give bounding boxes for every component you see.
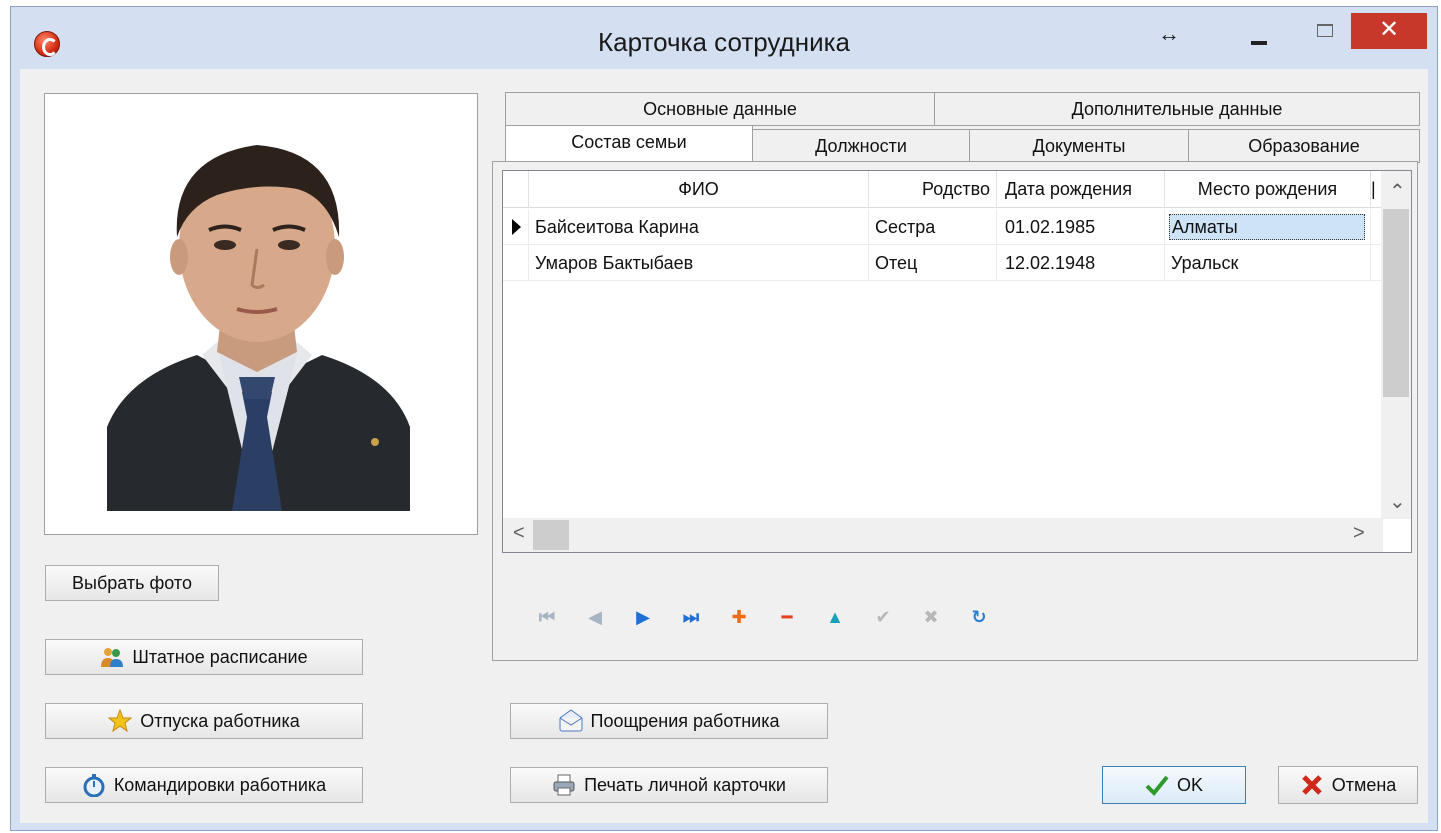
- maximize-icon[interactable]: [1317, 24, 1333, 37]
- stopwatch-icon: [82, 773, 106, 798]
- scroll-down-icon[interactable]: ⌄: [1389, 489, 1406, 514]
- row-indicator: [503, 245, 529, 281]
- edit-record-icon[interactable]: ▲: [811, 607, 859, 628]
- cell-relation[interactable]: Отец: [869, 245, 997, 281]
- row-indicator: [503, 209, 529, 245]
- horizontal-scroll-thumb[interactable]: [533, 520, 569, 550]
- scroll-left-icon[interactable]: <: [513, 522, 525, 545]
- delete-record-icon[interactable]: ━: [763, 607, 811, 628]
- family-grid[interactable]: ФИО Родство Дата рождения Место рождения…: [502, 170, 1412, 553]
- cell-birth-date[interactable]: 01.02.1985: [997, 209, 1165, 245]
- rewards-button[interactable]: Поощрения работника: [510, 703, 828, 739]
- column-header-relation[interactable]: Родство: [869, 171, 997, 208]
- vacations-label: Отпуска работника: [140, 710, 300, 731]
- column-header-birth-place[interactable]: Место рождения: [1165, 171, 1371, 208]
- cancel-button[interactable]: Отмена: [1278, 766, 1418, 804]
- vacations-button[interactable]: Отпуска работника: [45, 703, 363, 739]
- business-trips-button[interactable]: Командировки работника: [45, 767, 363, 803]
- insert-record-icon[interactable]: ✚: [715, 607, 763, 628]
- window-title: Карточка сотрудника: [597, 27, 851, 57]
- first-record-icon[interactable]: ⏮: [523, 607, 571, 628]
- cell-birth-place[interactable]: Уральск: [1165, 245, 1371, 281]
- vertical-scroll-thumb[interactable]: [1383, 209, 1409, 397]
- column-header-birth-date[interactable]: Дата рождения: [997, 171, 1165, 208]
- scroll-right-icon[interactable]: >: [1353, 522, 1365, 545]
- tab-education[interactable]: Образование: [1188, 129, 1420, 163]
- business-trips-label: Командировки работника: [113, 774, 327, 795]
- employee-card-window: Карточка сотрудника ↔ ✕ Выбрать фото Шта…: [10, 6, 1438, 831]
- cell-birth-date[interactable]: 12.02.1948: [997, 245, 1165, 281]
- users-icon: [100, 645, 124, 669]
- envelope-icon: [559, 709, 583, 733]
- tab-family[interactable]: Состав семьи: [505, 125, 753, 163]
- star-icon: [107, 708, 133, 733]
- close-icon[interactable]: ✕: [1351, 13, 1427, 49]
- cell-relation[interactable]: Сестра: [869, 209, 997, 245]
- photo-frame: [44, 93, 478, 535]
- table-row[interactable]: Умаров Бактыбаев Отец 12.02.1948 Уральск: [503, 245, 1383, 281]
- post-record-icon[interactable]: ✔: [859, 607, 907, 628]
- tab-basic-data[interactable]: Основные данные: [505, 92, 935, 126]
- vertical-scrollbar[interactable]: ⌃ ⌄: [1381, 171, 1411, 519]
- cell-fio[interactable]: Умаров Бактыбаев: [529, 245, 869, 281]
- column-header-fio[interactable]: ФИО: [529, 171, 869, 208]
- staffing-button[interactable]: Штатное расписание: [45, 639, 363, 675]
- checkmark-icon: [1145, 773, 1169, 797]
- record-navigator: ⏮ ◀ ▶ ⏭ ✚ ━ ▲ ✔ ✖ ↻: [523, 602, 1003, 632]
- ok-button[interactable]: OK: [1102, 766, 1246, 804]
- printer-icon: [552, 773, 576, 797]
- cancel-record-icon[interactable]: ✖: [907, 607, 955, 628]
- scroll-up-icon[interactable]: ⌃: [1389, 179, 1406, 204]
- next-record-icon[interactable]: ▶: [619, 607, 667, 628]
- last-record-icon[interactable]: ⏭: [667, 607, 715, 628]
- minimize-icon[interactable]: [1251, 41, 1267, 45]
- tab-positions[interactable]: Должности: [752, 129, 970, 163]
- client-area: Выбрать фото Штатное расписание Отпуска …: [20, 69, 1428, 823]
- ok-label: OK: [1176, 774, 1203, 795]
- table-row[interactable]: Байсеитова Карина Сестра 01.02.1985 Алма…: [503, 209, 1383, 245]
- cell-fio[interactable]: Байсеитова Карина: [529, 209, 869, 245]
- title-bar[interactable]: Карточка сотрудника ↔ ✕: [11, 7, 1437, 69]
- tab-documents[interactable]: Документы: [969, 129, 1189, 163]
- employee-photo: [107, 127, 410, 511]
- horizontal-scrollbar[interactable]: < >: [503, 518, 1383, 552]
- selected-cell-text: Алматы: [1169, 214, 1365, 240]
- print-card-label: Печать личной карточки: [584, 774, 786, 795]
- prior-record-icon[interactable]: ◀: [571, 607, 619, 628]
- cell-birth-place-selected[interactable]: Алматы: [1165, 209, 1371, 245]
- current-row-arrow-icon: [512, 219, 521, 235]
- staffing-label: Штатное расписание: [132, 646, 308, 667]
- refresh-record-icon[interactable]: ↻: [955, 607, 1003, 628]
- tab-additional-data[interactable]: Дополнительные данные: [934, 92, 1420, 126]
- rewards-label: Поощрения работника: [590, 710, 780, 731]
- print-card-button[interactable]: Печать личной карточки: [510, 767, 828, 803]
- family-tab-panel: ФИО Родство Дата рождения Место рождения…: [492, 161, 1418, 661]
- grid-header: ФИО Родство Дата рождения Место рождения…: [503, 171, 1383, 208]
- choose-photo-button[interactable]: Выбрать фото: [45, 565, 219, 601]
- choose-photo-label: Выбрать фото: [72, 572, 192, 593]
- resize-icon[interactable]: ↔: [1158, 21, 1180, 47]
- cancel-x-icon: [1300, 773, 1324, 797]
- cancel-label: Отмена: [1331, 774, 1397, 795]
- indicator-header: [503, 171, 529, 208]
